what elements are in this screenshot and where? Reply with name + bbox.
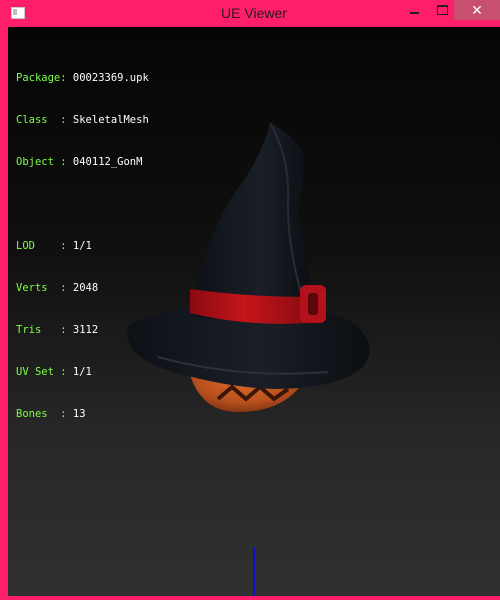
class-label: Class : xyxy=(16,114,67,126)
info-row-class: Class : SkeletalMesh xyxy=(16,113,149,127)
tris-label: Tris : xyxy=(16,324,67,336)
verts-value: 2048 xyxy=(72,282,99,294)
maximize-icon xyxy=(436,5,448,15)
3d-viewport[interactable]: Package: 00023369.upk Class : SkeletalMe… xyxy=(8,27,500,596)
package-value: 00023369.upk xyxy=(72,72,149,84)
hat-cone xyxy=(193,122,313,321)
lod-value: 1/1 xyxy=(72,240,92,252)
info-row-uvset: UV Set : 1/1 xyxy=(16,365,149,379)
class-value: SkeletalMesh xyxy=(72,114,149,126)
info-row-verts: Verts : 2048 xyxy=(16,281,149,295)
uvset-label: UV Set : xyxy=(16,366,67,378)
info-row-tris: Tris : 3112 xyxy=(16,323,149,337)
info-gap xyxy=(16,197,149,211)
app-window: UE Viewer ✕ Package: 00023369.upk Class … xyxy=(0,0,500,600)
object-label: Object : xyxy=(16,156,67,168)
mesh-info-overlay: Package: 00023369.upk Class : SkeletalMe… xyxy=(16,43,149,449)
info-row-object: Object : 040112_GonM xyxy=(16,155,149,169)
tris-value: 3112 xyxy=(72,324,99,336)
title-bar[interactable]: UE Viewer ✕ xyxy=(4,0,500,27)
info-row-lod: LOD : 1/1 xyxy=(16,239,149,253)
package-label: Package: xyxy=(16,72,67,84)
info-row-package: Package: 00023369.upk xyxy=(16,71,149,85)
close-button[interactable]: ✕ xyxy=(454,0,500,20)
bones-label: Bones : xyxy=(16,408,67,420)
minimize-button[interactable] xyxy=(400,0,428,20)
lod-label: LOD : xyxy=(16,240,67,252)
axis-line xyxy=(253,547,255,596)
bones-value: 13 xyxy=(72,408,86,420)
maximize-button[interactable] xyxy=(428,0,456,20)
info-row-bones: Bones : 13 xyxy=(16,407,149,421)
minimize-icon xyxy=(409,12,419,14)
object-value: 040112_GonM xyxy=(72,156,143,168)
uvset-value: 1/1 xyxy=(72,366,92,378)
close-icon: ✕ xyxy=(471,2,483,18)
verts-label: Verts : xyxy=(16,282,67,294)
